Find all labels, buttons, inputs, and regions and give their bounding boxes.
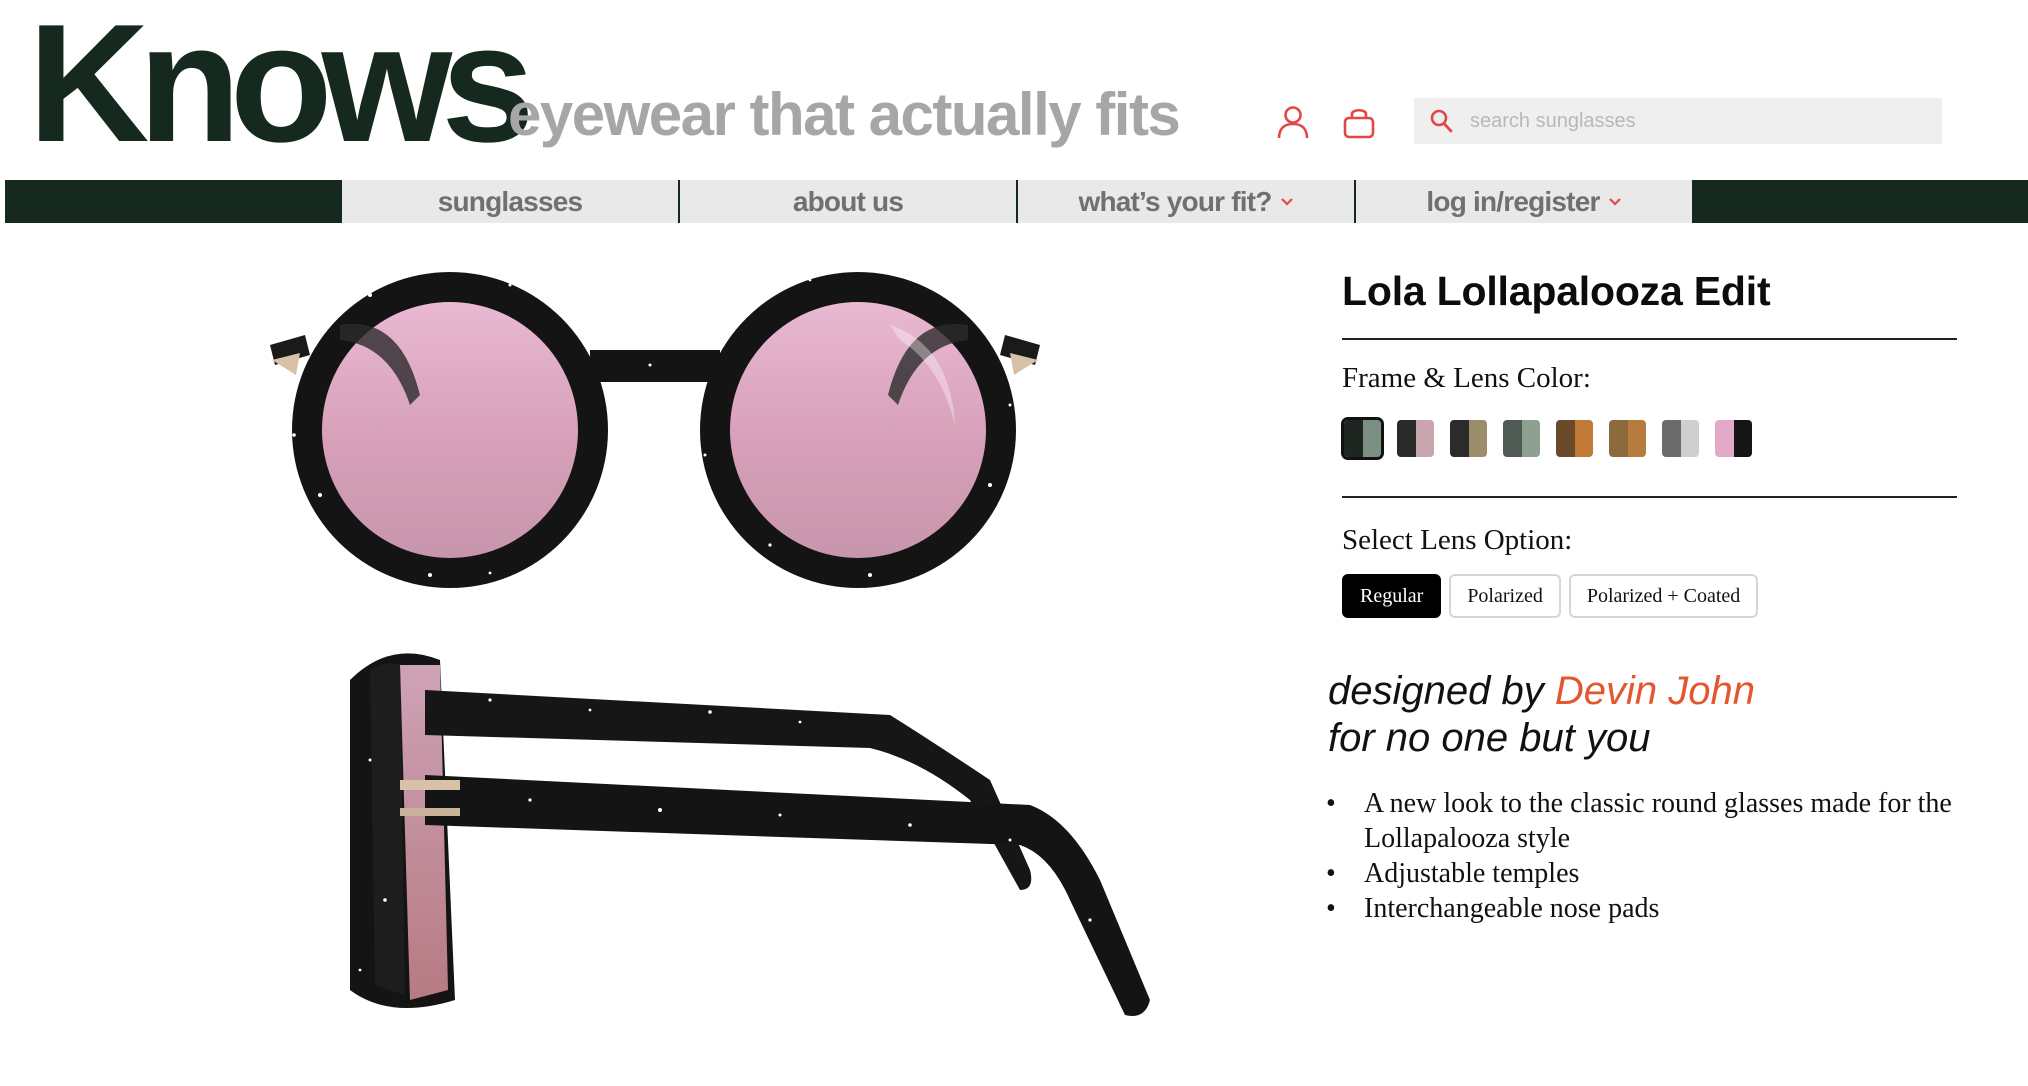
frame-lens-color-label: Frame & Lens Color: (1342, 362, 1591, 394)
color-swatch[interactable] (1397, 420, 1434, 457)
divider (1342, 496, 1957, 498)
designer-credit: designed by Devin John for no one but yo… (1328, 668, 1755, 762)
main-nav: sunglasses about us what’s your fit? log… (342, 180, 1694, 223)
feature-list: A new look to the classic round glasses … (1326, 786, 1966, 926)
brand-tagline: eyewear that actually fits (508, 81, 1181, 148)
color-swatch[interactable] (1341, 417, 1384, 460)
designed-by-text: designed by (1328, 669, 1555, 713)
nav-item-login-register[interactable]: log in/register (1356, 180, 1692, 223)
nav-item-about-us[interactable]: about us (680, 180, 1016, 223)
sunglasses-side-image (350, 653, 1150, 1016)
designer-tagline: for no one but you (1328, 716, 1651, 760)
designer-name[interactable]: Devin John (1555, 669, 1755, 713)
sunglasses-front-image (270, 272, 1040, 588)
color-swatch[interactable] (1450, 420, 1487, 457)
nav-item-whats-your-fit[interactable]: what’s your fit? (1018, 180, 1354, 223)
user-icon[interactable] (1275, 104, 1311, 140)
lens-option-polarized-coated-button[interactable]: Polarized + Coated (1568, 574, 1759, 618)
product-title: Lola Lollapalooza Edit (1342, 268, 1771, 314)
lens-option-polarized-button[interactable]: Polarized (1449, 574, 1561, 618)
lens-options: Regular Polarized Polarized + Coated (1342, 574, 1766, 618)
nav-item-label: about us (792, 185, 904, 217)
nav-item-label: what’s your fit? (1078, 185, 1272, 217)
feature-item: Interchangeable nose pads (1326, 891, 1966, 926)
color-swatch[interactable] (1715, 420, 1752, 457)
color-swatch[interactable] (1556, 420, 1593, 457)
feature-item: Adjustable temples (1326, 856, 1966, 891)
designer-line: designed by Devin John (1328, 668, 1755, 715)
lens-option-label: Select Lens Option: (1342, 524, 1573, 556)
search-icon[interactable] (1428, 108, 1454, 134)
search-input[interactable] (1460, 98, 1930, 144)
lens-option-regular-button[interactable]: Regular (1342, 574, 1442, 618)
feature-item: A new look to the classic round glasses … (1326, 786, 1966, 856)
color-swatch[interactable] (1609, 420, 1646, 457)
chevron-down-icon (1280, 197, 1293, 206)
chevron-down-icon (1608, 197, 1621, 206)
nav-item-label: sunglasses (437, 185, 583, 217)
search-bar[interactable] (1414, 98, 1942, 144)
divider (1342, 338, 1957, 340)
color-swatch[interactable] (1503, 420, 1540, 457)
brand-logo[interactable]: Knows (28, 0, 535, 167)
nav-item-label: log in/register (1426, 185, 1600, 217)
color-swatches (1341, 417, 1768, 460)
color-swatch[interactable] (1662, 420, 1699, 457)
shopping-bag-icon[interactable] (1341, 104, 1377, 140)
nav-item-sunglasses[interactable]: sunglasses (342, 180, 678, 223)
